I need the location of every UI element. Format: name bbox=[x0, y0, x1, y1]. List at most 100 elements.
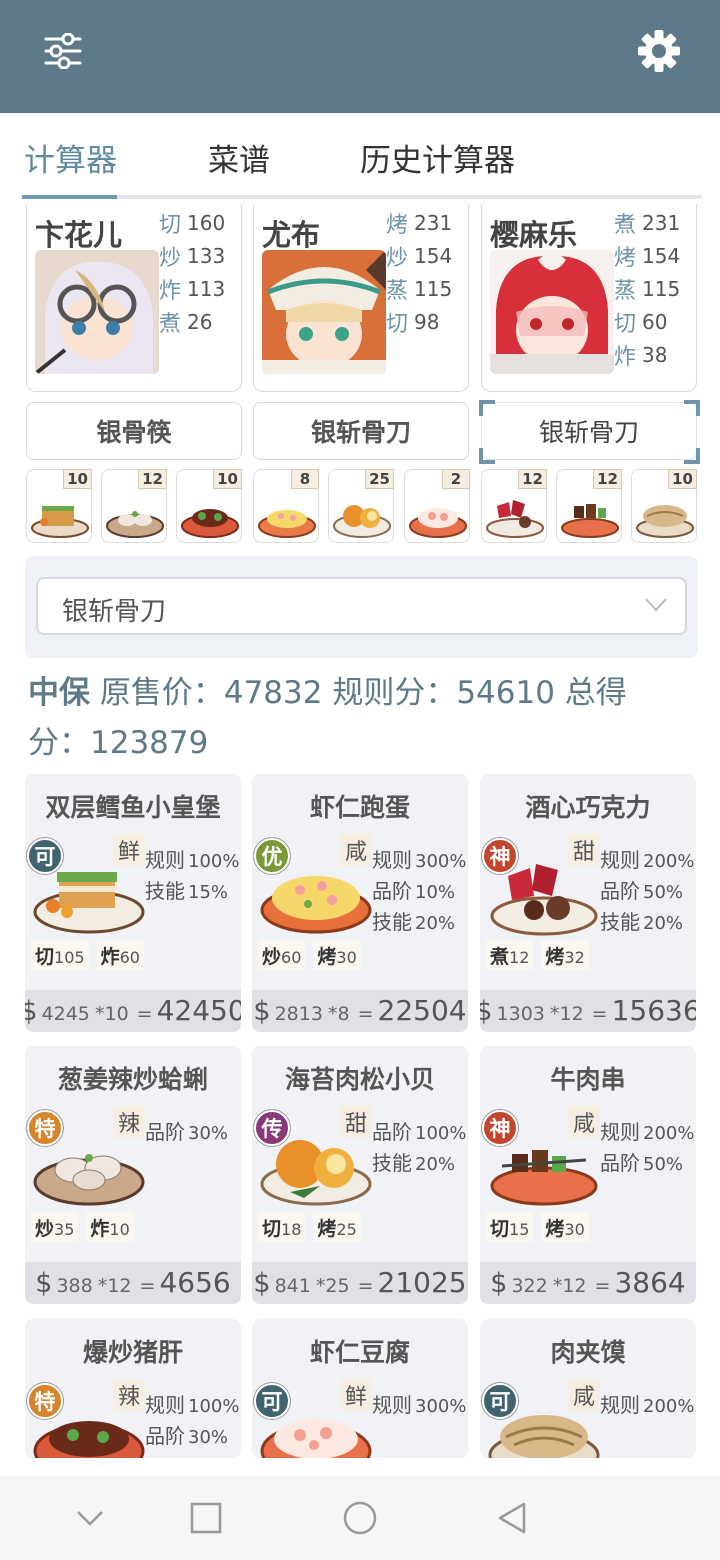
dish-slot-2[interactable]: 12 bbox=[101, 469, 167, 543]
gear-icon[interactable] bbox=[636, 28, 682, 74]
rarity-badge: 可 bbox=[27, 838, 63, 874]
modifier: 品阶 100% bbox=[372, 1120, 467, 1144]
recipe-card[interactable]: 虾仁豆腐 可 鲜 规则 300% bbox=[252, 1319, 468, 1458]
price-row: $2813 *8 = 22504 bbox=[252, 990, 468, 1032]
dish-slot-8[interactable]: 12 bbox=[556, 469, 622, 543]
chef-stat: 蒸 115 bbox=[614, 276, 681, 304]
chef-stat: 切 160 bbox=[159, 210, 226, 238]
selection-corner bbox=[684, 448, 700, 464]
tool-slot-1[interactable]: 银骨筷 bbox=[26, 402, 242, 460]
sliders-icon[interactable] bbox=[40, 28, 86, 74]
dish-count: 8 bbox=[291, 469, 319, 489]
dish-count: 10 bbox=[63, 469, 92, 489]
chevron-down-icon[interactable] bbox=[68, 1496, 112, 1540]
rarity-badge: 特 bbox=[27, 1110, 63, 1146]
app-bar bbox=[0, 0, 720, 113]
modifier: 技能 20% bbox=[372, 910, 456, 934]
recipe-title: 酒心巧克力 bbox=[525, 793, 651, 822]
circle-icon[interactable] bbox=[338, 1496, 382, 1540]
recipe-title: 双层鳕鱼小皇堡 bbox=[45, 793, 221, 822]
skill-requirement: 炸10 bbox=[86, 1212, 134, 1242]
tab-history-calculator[interactable]: 历史计算器 bbox=[360, 135, 515, 180]
chef-stat: 炒 154 bbox=[386, 243, 453, 271]
rating-level: 中保 bbox=[28, 675, 90, 711]
dish-count: 10 bbox=[668, 469, 697, 489]
dish-slot-4[interactable]: 8 bbox=[253, 469, 319, 543]
dish-slot-9[interactable]: 10 bbox=[631, 469, 697, 543]
skill-requirement: 烤25 bbox=[313, 1212, 361, 1242]
rarity-badge: 神 bbox=[482, 838, 518, 874]
skill-requirement: 炒60 bbox=[258, 940, 306, 970]
chef-name: 尤布 bbox=[262, 218, 321, 252]
rarity-badge: 特 bbox=[27, 1383, 63, 1419]
recipe-title: 海苔肉松小贝 bbox=[284, 1065, 435, 1094]
system-nav-bar bbox=[0, 1476, 720, 1560]
dish-count: 12 bbox=[138, 469, 167, 489]
price-row: $322 *12 = 3864 bbox=[480, 1262, 696, 1304]
flavor-tag: 鲜 bbox=[340, 1379, 372, 1411]
dish-slot-6[interactable]: 2 bbox=[404, 469, 470, 543]
dish-count: 2 bbox=[442, 469, 470, 489]
chef-name: 卞花儿 bbox=[35, 218, 123, 252]
recipe-card[interactable]: 爆炒猪肝 特 辣 规则 100% 品阶 30% bbox=[25, 1319, 241, 1458]
score-text: 原售价：47832 规则分：54610 总得分：123879 bbox=[28, 675, 627, 761]
chef-stat: 煮 231 bbox=[614, 210, 681, 238]
dish-slot-1[interactable]: 10 bbox=[26, 469, 92, 543]
skill-requirement: 炸60 bbox=[96, 940, 144, 970]
skill-requirement: 切18 bbox=[258, 1212, 306, 1242]
tool-slot-2[interactable]: 银斩骨刀 bbox=[253, 402, 469, 460]
recipe-title: 虾仁豆腐 bbox=[309, 1338, 410, 1367]
rarity-badge: 神 bbox=[482, 1110, 518, 1146]
chef-stat: 炒 133 bbox=[159, 243, 226, 271]
chef-stat: 炸 113 bbox=[159, 276, 226, 304]
rarity-badge: 可 bbox=[254, 1383, 290, 1419]
skill-requirement: 烤30 bbox=[313, 940, 361, 970]
flavor-tag: 咸 bbox=[568, 1106, 600, 1138]
chef-card-3[interactable]: 樱麻乐 煮 231 烤 154 蒸 115 切 60 炸 38 bbox=[481, 204, 697, 392]
rarity-badge: 优 bbox=[254, 838, 290, 874]
modifier: 规则 300% bbox=[372, 848, 467, 872]
tab-calculator[interactable]: 计算器 bbox=[24, 135, 117, 180]
price-row: $1303 *12 = 15636 bbox=[480, 990, 696, 1032]
chef-card-1[interactable]: 卞花儿 切 160 炒 133 炸 113 煮 26 bbox=[26, 204, 242, 392]
recipe-card[interactable]: 虾仁跑蛋 优 咸 规则 300% 品阶 10% 技能 20% 炒60 烤30 $281… bbox=[252, 774, 468, 1032]
square-icon[interactable] bbox=[184, 1496, 228, 1540]
flavor-tag: 鲜 bbox=[113, 834, 145, 866]
modifier: 品阶 50% bbox=[600, 1151, 684, 1175]
flavor-tag: 辣 bbox=[113, 1106, 145, 1138]
modifier: 规则 200% bbox=[600, 1393, 695, 1417]
chef-avatar bbox=[262, 250, 386, 374]
skill-requirement: 切15 bbox=[486, 1212, 534, 1242]
modifier: 品阶 50% bbox=[600, 879, 684, 903]
skill-requirement: 烤30 bbox=[541, 1212, 589, 1242]
price-row: $841 *25 = 21025 bbox=[252, 1262, 468, 1304]
recipe-card[interactable]: 葱姜辣炒蛤蜊 特 辣 品阶 30% 炒35 炸10 $388 *12 = 4656 bbox=[25, 1046, 241, 1304]
skill-requirement: 煮12 bbox=[486, 940, 534, 970]
modifier: 规则 100% bbox=[145, 1393, 240, 1417]
chef-stat: 烤 154 bbox=[614, 243, 681, 271]
chef-stat: 切 98 bbox=[386, 309, 440, 337]
recipe-card[interactable]: 双层鳕鱼小皇堡 可 鲜 规则 100% 技能 15% 切105 炸60 $4245 … bbox=[25, 774, 241, 1032]
dish-slot-7[interactable]: 12 bbox=[481, 469, 547, 543]
tool-label: 银斩骨刀 bbox=[538, 418, 639, 447]
tool-select-dropdown[interactable]: 银斩骨刀 bbox=[36, 577, 687, 635]
modifier: 技能 15% bbox=[145, 879, 229, 903]
recipe-title: 虾仁跑蛋 bbox=[309, 793, 410, 822]
score-summary: 中保 原售价：47832 规则分：54610 总得分：123879 bbox=[28, 668, 688, 768]
chef-avatar bbox=[490, 250, 614, 374]
modifier: 技能 20% bbox=[600, 910, 684, 934]
recipe-card[interactable]: 海苔肉松小贝 传 甜 品阶 100% 技能 20% 切18 烤25 $841 *25… bbox=[252, 1046, 468, 1304]
dish-slot-5[interactable]: 25 bbox=[328, 469, 394, 543]
tab-recipes[interactable]: 菜谱 bbox=[208, 135, 270, 180]
dish-count: 12 bbox=[593, 469, 622, 489]
recipe-card[interactable]: 肉夹馍 可 咸 规则 200% bbox=[480, 1319, 696, 1458]
dish-slot-3[interactable]: 10 bbox=[176, 469, 242, 543]
triangle-back-icon[interactable] bbox=[490, 1496, 534, 1540]
recipe-title: 爆炒猪肝 bbox=[82, 1338, 183, 1367]
recipe-card[interactable]: 牛肉串 神 咸 规则 200% 品阶 50% 切15 烤30 $322 *12 = 38… bbox=[480, 1046, 696, 1304]
chef-card-2[interactable]: 尤布 烤 231 炒 154 蒸 115 切 98 bbox=[253, 204, 469, 392]
flavor-tag: 咸 bbox=[340, 834, 372, 866]
chef-name: 樱麻乐 bbox=[490, 218, 578, 252]
tool-slot-3-selected[interactable]: 银斩骨刀 bbox=[479, 400, 700, 464]
recipe-card[interactable]: 酒心巧克力 神 甜 规则 200% 品阶 50% 技能 20% 煮12 烤32 $13… bbox=[480, 774, 696, 1032]
